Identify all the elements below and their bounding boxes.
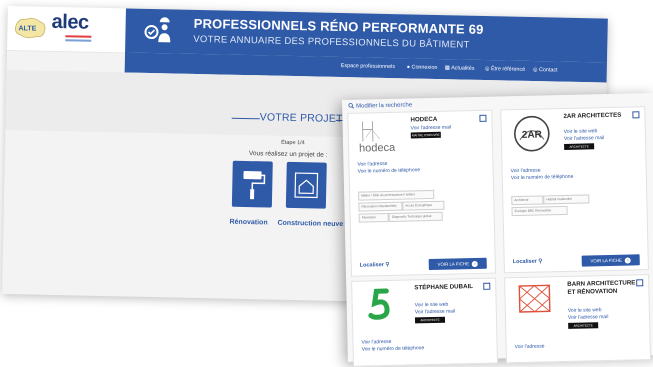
nav-actualites-label: Actualités	[451, 65, 475, 72]
email-link[interactable]: Voir l'adresse mail	[415, 308, 456, 315]
alec-logo-text: alec	[51, 10, 89, 34]
category-renovation-label[interactable]: Rénovation	[229, 219, 267, 227]
category-construction-tile[interactable]	[285, 161, 327, 209]
alec-logo-stripe	[65, 35, 92, 38]
arrow-right-icon: ›	[624, 257, 632, 264]
specialty-tag: Diagnostic Technique global	[388, 211, 443, 222]
company-name: BARN ARCHITECTURE ET RÉNOVATION	[567, 279, 636, 296]
nav-espace-pro[interactable]: Espace professionnels	[341, 63, 395, 70]
view-profile-label: VOIR LA FICHE	[590, 257, 622, 264]
company-name: 2AR ARCHITECTES	[563, 111, 622, 120]
nav-connexion[interactable]: ● Connexion	[407, 64, 438, 71]
specialty-tag: Métier / Rôle du professionnel / Métier	[358, 189, 435, 201]
modify-search-link[interactable]: Modifier la recherche	[348, 101, 413, 110]
site-subtitle: VOTRE ANNUAIRE DES PROFESSIONNELS DU BÂT…	[193, 33, 470, 51]
localiser-link[interactable]: Localiser ⚲	[360, 262, 390, 269]
localiser-label: Localiser	[512, 258, 537, 266]
alec-logo-stripe	[65, 39, 92, 42]
specialty-tag: Plomberie	[358, 212, 389, 223]
result-card: STÉPHANE DUBAIL Voir le site web Voir l'…	[351, 277, 499, 367]
category-renovation-tile[interactable]	[231, 160, 273, 208]
address-link[interactable]: Voir l'adresse	[511, 168, 541, 175]
barn-logo-icon	[518, 284, 551, 313]
view-profile-button[interactable]: VOIR LA FICHE ›	[428, 257, 487, 271]
select-checkbox[interactable]	[479, 114, 487, 122]
location-pin-icon: ⚲	[538, 258, 543, 265]
search-icon	[348, 103, 355, 109]
dubail-logo-icon	[368, 288, 390, 320]
company-name: HODECA	[410, 115, 438, 124]
projet-title: VOTRE PROJET	[259, 111, 343, 126]
select-checkbox[interactable]	[636, 279, 644, 287]
view-profile-button[interactable]: VOIR LA FICHE ›	[581, 254, 640, 267]
email-link[interactable]: Voir l'adresse mail	[568, 314, 609, 321]
localiser-link[interactable]: Localiser ⚲	[513, 258, 543, 265]
select-checkbox[interactable]	[483, 282, 491, 290]
arrow-right-icon: ›	[471, 260, 479, 267]
svg-text:2AR: 2AR	[522, 129, 543, 140]
company-logo	[360, 285, 409, 326]
location-pin-icon: ⚲	[385, 261, 390, 269]
nav-etre-reference-label: Être référencé	[490, 66, 526, 73]
modify-search-label: Modifier la recherche	[356, 102, 413, 110]
company-logo: hodeca	[356, 117, 405, 158]
profession-badge: ARCHITECTE	[414, 316, 446, 324]
website-link[interactable]: Voir le site web	[564, 128, 598, 135]
result-card: 2AR 2AR ARCHITECTES Voir le site web Voi…	[500, 106, 649, 274]
specialty-tag: Accès Énergétique	[402, 200, 445, 211]
alte-logo-text: ALTE	[18, 25, 36, 32]
website-link[interactable]: Voir le site web	[415, 302, 449, 309]
specialty-tag: Habitat résidentiel	[543, 194, 590, 205]
result-card: hodeca HODECA Voir l'adresse mail MAITRE…	[347, 109, 496, 277]
nav-contact[interactable]: ◎ Contact	[533, 67, 558, 74]
address-link[interactable]: Voir l'adresse	[515, 343, 545, 350]
hodeca-logo-icon: hodeca	[359, 121, 396, 155]
step-indicator: Étape 1/4	[281, 139, 305, 147]
specialty-tag: Rénovation Résidentielle	[358, 201, 403, 212]
email-link[interactable]: Voir l'adresse mail	[411, 125, 452, 132]
profession-badge: ARCHITECTE	[564, 143, 595, 150]
website-link[interactable]: Voir le site web	[568, 307, 602, 314]
site-header: ALTE alec PROFESSIONNELS RÉNO PERFORMANT…	[7, 6, 608, 64]
company-logo: 2AR	[509, 113, 558, 154]
phone-link[interactable]: Voir le numéro de téléphone	[358, 167, 421, 174]
result-card: BARN ARCHITECTURE ET RÉNOVATION Voir le …	[504, 274, 651, 364]
results-panel: Modifier la recherche hodeca HODECA Voir…	[342, 92, 653, 367]
site-title: PROFESSIONNELS RÉNO PERFORMANTE 69	[193, 15, 484, 37]
category-construction-label[interactable]: Construction neuve	[277, 220, 343, 228]
alec-logo[interactable]: alec	[51, 11, 94, 46]
nav-etre-reference[interactable]: ◎ Être référencé	[485, 66, 525, 73]
nav-contact-label: Contact	[538, 67, 558, 74]
phone-link[interactable]: Voir le numéro de téléphone	[362, 345, 425, 352]
blueprint-house-icon	[294, 172, 319, 199]
profession-badge: MAITRE D'OEUVRE	[410, 131, 441, 139]
address-link[interactable]: Voir l'adresse	[357, 161, 387, 168]
paint-roller-icon	[243, 170, 266, 200]
worker-badge-icon	[144, 17, 171, 43]
select-checkbox[interactable]	[632, 111, 640, 119]
specialty-tag: Écologie BBC Rénovation	[511, 205, 568, 217]
localiser-label: Localiser	[359, 262, 384, 269]
email-link[interactable]: Voir l'adresse mail	[564, 135, 605, 142]
phone-link[interactable]: Voir le numéro de téléphone	[511, 174, 574, 181]
step-question: Vous réalisez un projet de :	[248, 150, 328, 159]
profession-badge: ARCHITECTE	[568, 322, 599, 329]
nav-connexion-label: Connexion	[411, 64, 438, 72]
company-logo	[513, 281, 562, 322]
address-link[interactable]: Voir l'adresse	[361, 339, 391, 346]
svg-text:hodeca: hodeca	[359, 142, 396, 155]
specialty-tag: Architecte	[511, 195, 544, 206]
2ar-logo-icon: 2AR	[514, 115, 550, 152]
view-profile-label: VOIR LA FICHE	[437, 261, 470, 267]
alte-logo[interactable]: ALTE	[13, 14, 48, 41]
nav-actualites[interactable]: ▩ Actualités	[445, 65, 475, 72]
company-name: STÉPHANE DUBAIL	[414, 283, 474, 292]
